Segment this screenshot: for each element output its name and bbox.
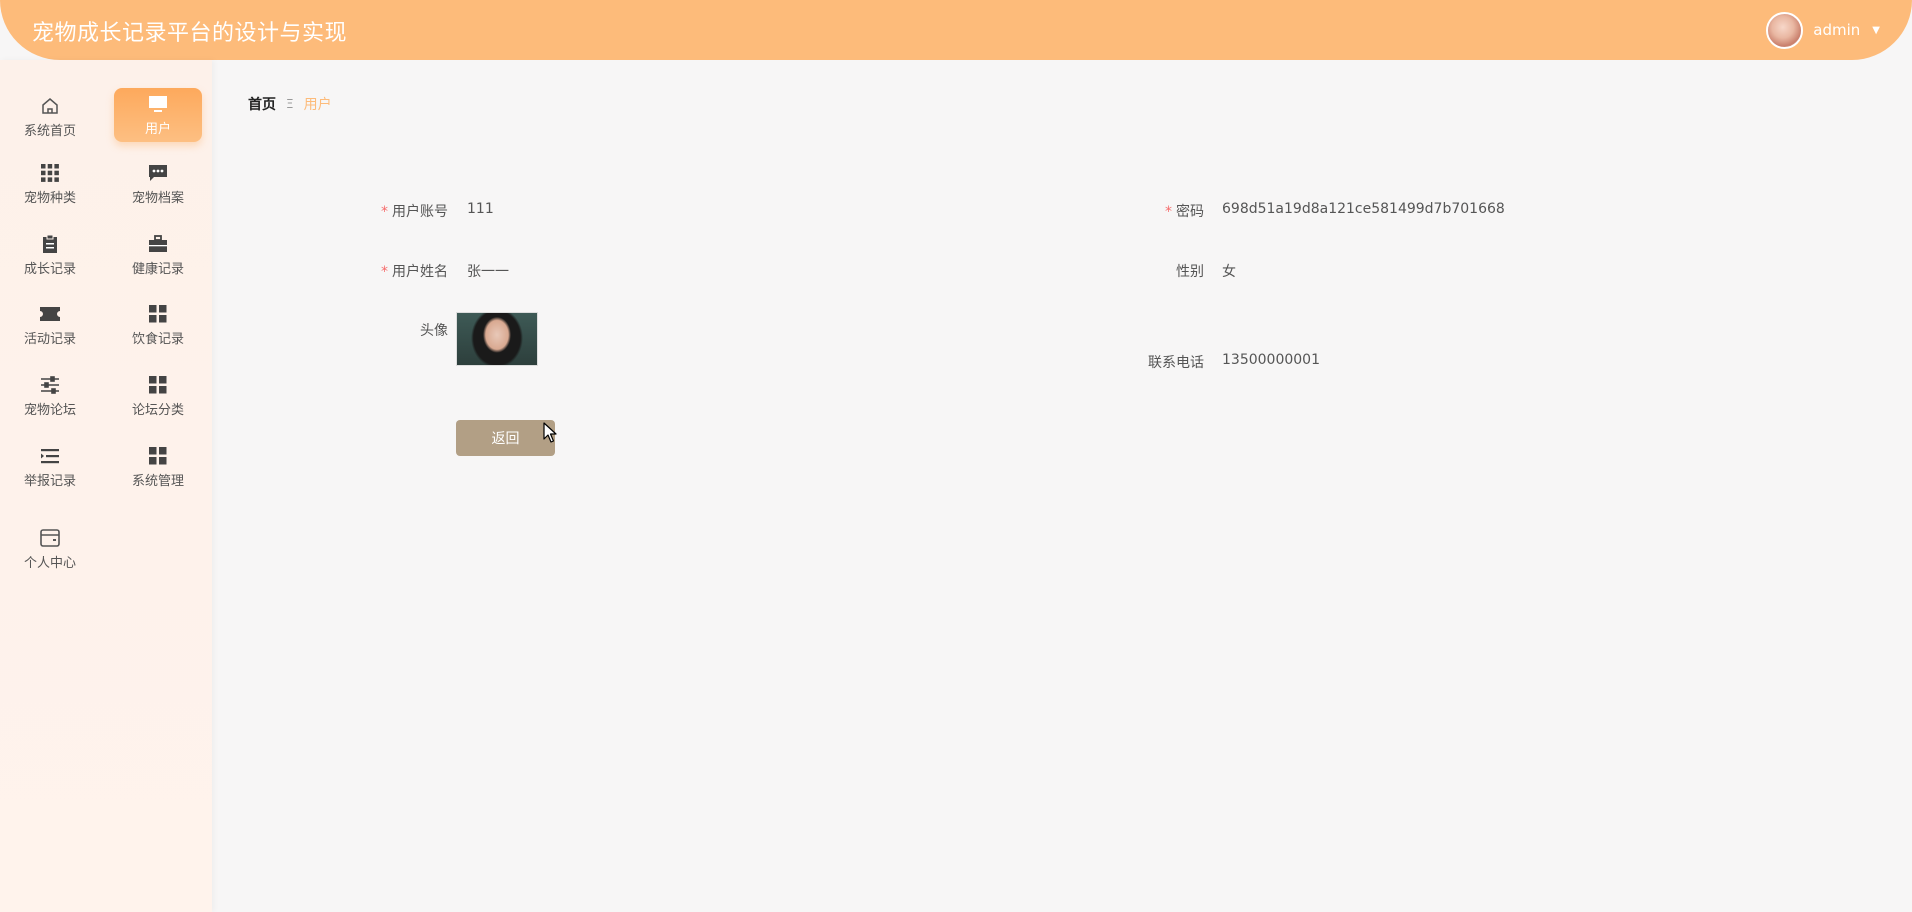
phone-value: 13500000001	[1222, 352, 1320, 368]
password-label: * 密码	[1165, 204, 1204, 220]
name-value: 张一一	[467, 264, 509, 280]
user-menu[interactable]: admin ▼	[1766, 10, 1880, 50]
sidebar-item-activity-records[interactable]: 活动记录	[6, 298, 94, 352]
sidebar-item-label: 系统管理	[131, 474, 184, 489]
app-title: 宠物成长记录平台的设计与实现	[32, 21, 348, 46]
sidebar-item-label: 成长记录	[23, 262, 76, 277]
account-value: 111	[467, 201, 494, 217]
top-header: 宠物成长记录平台的设计与实现 admin ▼	[0, 0, 1912, 60]
ticket-icon	[39, 303, 61, 325]
sidebar-item-diet-records[interactable]: 饮食记录	[114, 298, 202, 352]
phone-label: 联系电话	[1148, 355, 1204, 371]
avatar-image[interactable]	[456, 312, 538, 366]
mouse-cursor-icon	[543, 422, 557, 448]
home-icon	[39, 95, 61, 117]
apps-icon	[147, 445, 169, 467]
gender-value: 女	[1222, 264, 1236, 280]
password-value: 698d51a19d8a121ce581499d7b701668	[1222, 201, 1505, 217]
sidebar-item-label: 宠物种类	[23, 191, 76, 206]
sidebar-item-label: 用户	[144, 122, 171, 137]
sidebar-item-label: 系统首页	[23, 124, 76, 139]
sidebar-item-label: 活动记录	[23, 332, 76, 347]
sidebar-item-pet-files[interactable]: 宠物档案	[114, 157, 202, 211]
breadcrumb-separator: Ξ	[286, 97, 294, 111]
sidebar-item-pet-forum[interactable]: 宠物论坛	[6, 369, 94, 423]
sidebar-item-health-records[interactable]: 健康记录	[114, 228, 202, 282]
briefcase-icon	[147, 233, 169, 255]
sidebar-item-label: 宠物论坛	[23, 403, 76, 418]
sliders-icon	[39, 374, 61, 396]
account-label: * 用户账号	[381, 204, 448, 220]
list-icon	[39, 445, 61, 467]
chat-icon	[147, 162, 169, 184]
sidebar: 系统首页 用户 宠物种类 宠物档案 成长记录 健康记录 活动记录 饮食记录 宠物…	[0, 60, 212, 912]
sidebar-item-report-records[interactable]: 举报记录	[6, 440, 94, 494]
breadcrumb: 首页 Ξ 用户	[248, 94, 332, 114]
clipboard-icon	[39, 233, 61, 255]
sidebar-item-label: 宠物档案	[131, 191, 184, 206]
apps-icon	[147, 374, 169, 396]
monitor-icon	[147, 93, 169, 115]
sidebar-item-growth-records[interactable]: 成长记录	[6, 228, 94, 282]
sidebar-item-forum-categories[interactable]: 论坛分类	[114, 369, 202, 423]
sidebar-item-pet-types[interactable]: 宠物种类	[6, 157, 94, 211]
sidebar-item-personal-center[interactable]: 个人中心	[6, 522, 94, 576]
breadcrumb-home[interactable]: 首页	[248, 94, 276, 114]
sidebar-item-label: 举报记录	[23, 474, 76, 489]
user-avatar	[1766, 11, 1804, 49]
sidebar-item-users[interactable]: 用户	[114, 88, 202, 142]
sidebar-item-system-management[interactable]: 系统管理	[114, 440, 202, 494]
breadcrumb-current: 用户	[303, 97, 332, 113]
sidebar-item-label: 论坛分类	[131, 403, 184, 418]
back-button[interactable]: 返回	[456, 420, 555, 456]
sidebar-item-label: 健康记录	[131, 262, 184, 277]
card-icon	[39, 527, 61, 549]
sidebar-item-home[interactable]: 系统首页	[6, 90, 94, 144]
name-label: * 用户姓名	[381, 264, 448, 280]
username: admin	[1813, 21, 1861, 39]
avatar-label: 头像	[420, 323, 448, 339]
gender-label: 性别	[1176, 264, 1204, 280]
sidebar-item-label: 个人中心	[23, 556, 76, 571]
grid-icon	[39, 162, 61, 184]
chevron-down-icon: ▼	[1872, 24, 1880, 36]
apps-icon	[147, 303, 169, 325]
sidebar-item-label: 饮食记录	[131, 332, 184, 347]
